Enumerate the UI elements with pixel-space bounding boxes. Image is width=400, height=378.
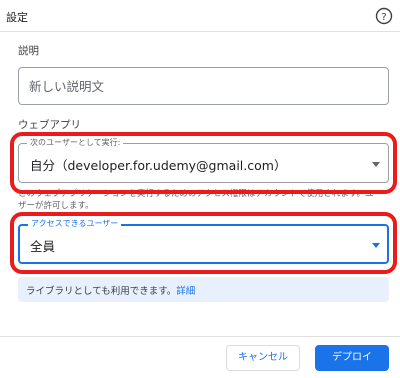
dialog-header: 設定 ? [0,0,400,32]
description-input[interactable] [29,77,369,95]
description-label: 説明 [18,45,39,57]
details-link[interactable]: 詳細 [176,286,195,297]
help-circle-icon[interactable]: ? [375,7,393,25]
deploy-settings-dialog: 設定 ? 説明 ウェブアプリ 次のユーザーとして実行: 自分（developer… [0,0,400,378]
library-info-box: ライブラリとしても利用できます。詳細 [18,277,389,302]
dialog-title: 設定 [6,11,28,24]
red-highlight-who-has-access [10,212,397,274]
web-app-section-label: ウェブアプリ [18,119,81,131]
library-info-text: ライブラリとしても利用できます。詳細 [26,283,195,297]
svg-text:?: ? [381,12,386,23]
cancel-button[interactable]: キャンセル [226,345,300,371]
red-highlight-execute-as [10,132,397,194]
library-info-message: ライブラリとしても利用できます。 [26,286,177,297]
description-field[interactable] [18,67,389,105]
deploy-button[interactable]: デプロイ [315,345,389,371]
